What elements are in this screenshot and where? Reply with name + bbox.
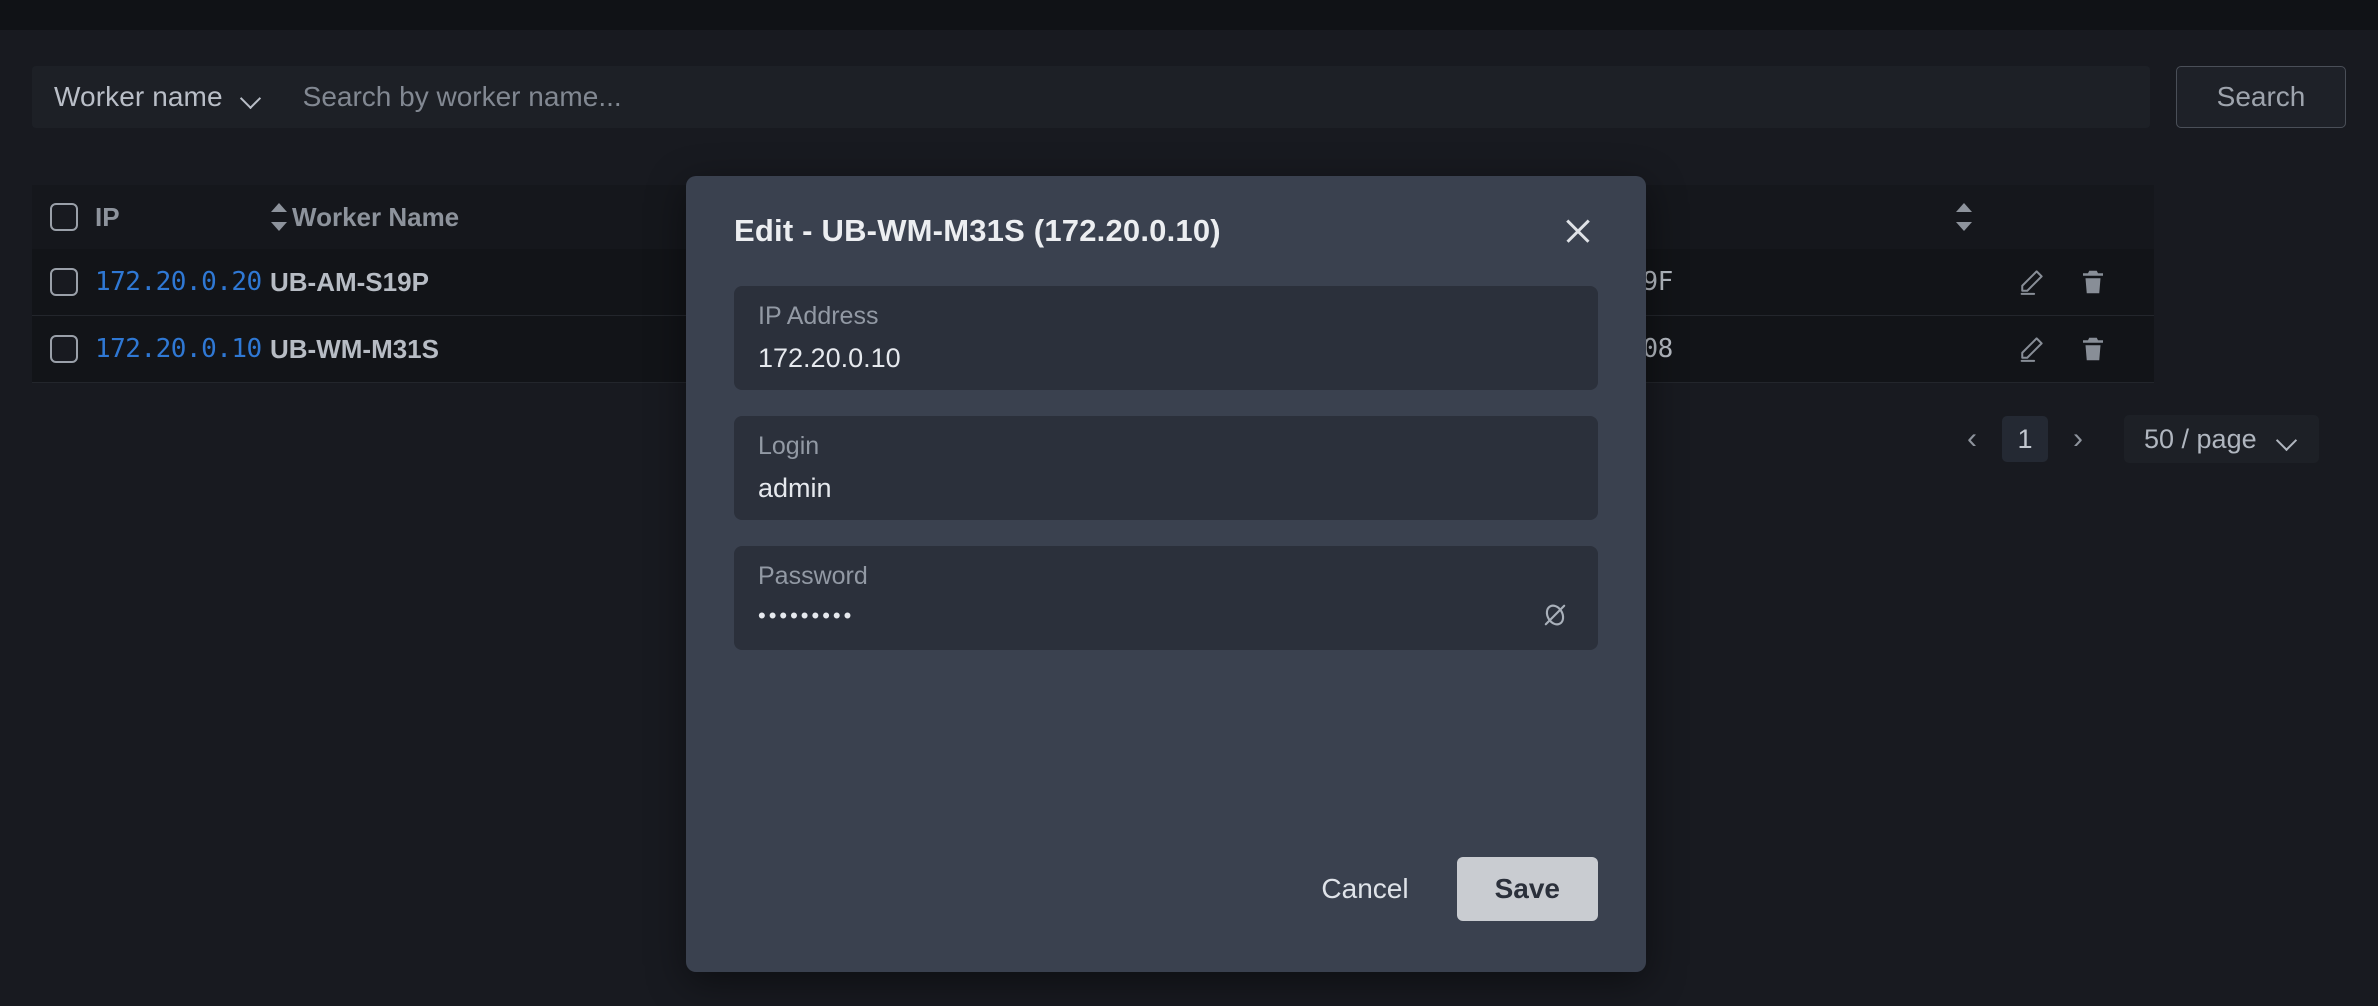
column-header-worker-name-label: Worker Name — [292, 201, 460, 232]
row-ip-link[interactable]: 172.20.0.10 — [95, 334, 262, 364]
login-field[interactable]: Login admin — [734, 416, 1598, 520]
ip-address-label: IP Address — [758, 302, 879, 330]
row-ip-link[interactable]: 172.20.0.20 — [95, 267, 262, 297]
column-header-ip[interactable]: IP — [95, 202, 270, 233]
cancel-button[interactable]: Cancel — [1305, 861, 1424, 917]
modal-body: IP Address 172.20.0.10 Login admin Passw… — [686, 286, 1646, 832]
page-size-dropdown[interactable]: 50 / page — [2124, 415, 2319, 463]
row-actions — [2014, 265, 2154, 299]
save-button[interactable]: Save — [1456, 857, 1598, 921]
password-field[interactable]: Password ••••••••• — [734, 546, 1598, 650]
row-ip-cell: 172.20.0.20 — [95, 267, 270, 297]
page-body: Worker name Search IP Worker Name — [0, 30, 2378, 1006]
page-size-label: 50 / page — [2144, 423, 2257, 454]
edit-worker-modal: Edit - UB-WM-M31S (172.20.0.10) IP Addre… — [686, 176, 1646, 972]
chevron-down-icon — [2277, 433, 2299, 446]
pagination-prev-button[interactable]: ‹ — [1950, 417, 1994, 461]
row-select-cell — [32, 335, 95, 363]
row-checkbox[interactable] — [49, 268, 78, 296]
modal-header: Edit - UB-WM-M31S (172.20.0.10) — [686, 176, 1646, 286]
password-label: Password — [758, 562, 868, 590]
top-strip — [0, 0, 2378, 30]
column-header-ip-label: IP — [95, 201, 120, 232]
select-all-checkbox[interactable] — [49, 203, 78, 231]
modal-title: Edit - UB-WM-M31S (172.20.0.10) — [734, 213, 1221, 248]
search-filter-dropdown[interactable]: Worker name — [32, 66, 263, 128]
row-select-cell — [32, 268, 95, 296]
trash-icon[interactable] — [2076, 332, 2110, 366]
select-all-cell — [32, 203, 95, 231]
pagination-next-button[interactable]: › — [2056, 417, 2100, 461]
pagination: ‹ 1 › 50 / page — [1950, 415, 2319, 463]
ip-address-value[interactable]: 172.20.0.10 — [758, 345, 1574, 372]
row-worker-name-label: UB-AM-S19P — [270, 266, 429, 297]
row-checkbox[interactable] — [49, 335, 78, 363]
login-label: Login — [758, 432, 820, 460]
sort-arrows-icon[interactable] — [1955, 202, 1973, 232]
sort-arrows-icon[interactable] — [270, 202, 288, 232]
password-value[interactable]: ••••••••• — [758, 605, 1574, 627]
login-value[interactable]: admin — [758, 475, 1574, 502]
search-bar: Worker name — [32, 66, 2150, 128]
modal-footer: Cancel Save — [686, 832, 1646, 972]
search-filter-label: Worker name — [54, 81, 223, 112]
app-root: Worker name Search IP Worker Name — [0, 0, 2378, 1006]
row-ip-cell: 172.20.0.10 — [95, 334, 270, 364]
trash-icon[interactable] — [2076, 265, 2110, 299]
row-worker-name-label: UB-WM-M31S — [270, 333, 439, 364]
chevron-down-icon — [241, 91, 263, 104]
search-button[interactable]: Search — [2176, 66, 2346, 128]
row-worker-name-cell: UB-AM-S19P — [270, 267, 540, 298]
ip-address-field[interactable]: IP Address 172.20.0.10 — [734, 286, 1598, 390]
row-actions — [2014, 332, 2154, 366]
pencil-icon[interactable] — [2014, 332, 2048, 366]
search-input[interactable] — [302, 66, 2150, 128]
close-icon[interactable] — [1558, 211, 1598, 251]
row-worker-name-cell: UB-WM-M31S — [270, 334, 540, 365]
column-header-sortable[interactable] — [1917, 202, 2014, 232]
pencil-icon[interactable] — [2014, 265, 2048, 299]
column-header-worker-name[interactable]: Worker Name — [270, 202, 540, 233]
eye-off-icon[interactable] — [1538, 598, 1572, 632]
pagination-page-1[interactable]: 1 — [2002, 416, 2048, 462]
